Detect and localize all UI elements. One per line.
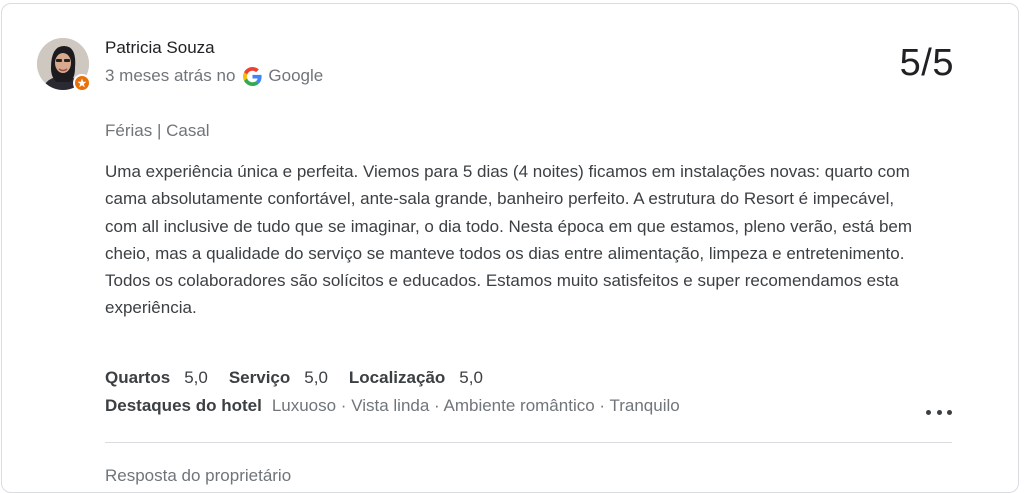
rating-label: Localização xyxy=(348,368,446,387)
category-ratings: Quartos 5,0 Serviço 5,0 Localização 5,0 xyxy=(105,368,504,388)
rating-value: 5,0 xyxy=(184,368,208,387)
review-meta: 3 meses atrás no Google xyxy=(105,66,323,86)
review-text: Uma experiência única e perfeita. Viemos… xyxy=(105,162,913,318)
local-guide-badge-icon xyxy=(73,74,91,92)
rating-service: Serviço 5,0 xyxy=(229,368,328,388)
rating-rooms: Quartos 5,0 xyxy=(105,368,208,388)
rating-label: Quartos xyxy=(105,368,171,387)
rating-value: 5,0 xyxy=(304,368,328,387)
review-source: Google xyxy=(268,66,324,85)
trip-type: Férias | Casal xyxy=(105,121,210,140)
dot xyxy=(947,409,952,415)
google-g-icon xyxy=(243,66,263,86)
highlights-items: Luxuoso · Vista linda · Ambiente românti… xyxy=(271,396,680,415)
avatar[interactable] xyxy=(37,38,91,92)
rating-value: 5,0 xyxy=(459,368,483,387)
hotel-highlights: Destaques do hotel Luxuoso · Vista linda … xyxy=(105,396,680,416)
review-time: 3 meses atrás no xyxy=(105,66,236,85)
rating-label: Serviço xyxy=(228,368,291,387)
dot xyxy=(936,409,942,415)
more-options-icon[interactable] xyxy=(926,402,952,422)
reviewer-name[interactable]: Patricia Souza xyxy=(105,38,215,58)
divider xyxy=(105,442,952,443)
owner-response-label: Resposta do proprietário xyxy=(105,466,292,485)
review-score: 5/5 xyxy=(899,42,954,84)
rating-location: Localização 5,0 xyxy=(349,368,483,388)
highlights-label: Destaques do hotel xyxy=(105,396,262,415)
dot xyxy=(926,409,931,415)
